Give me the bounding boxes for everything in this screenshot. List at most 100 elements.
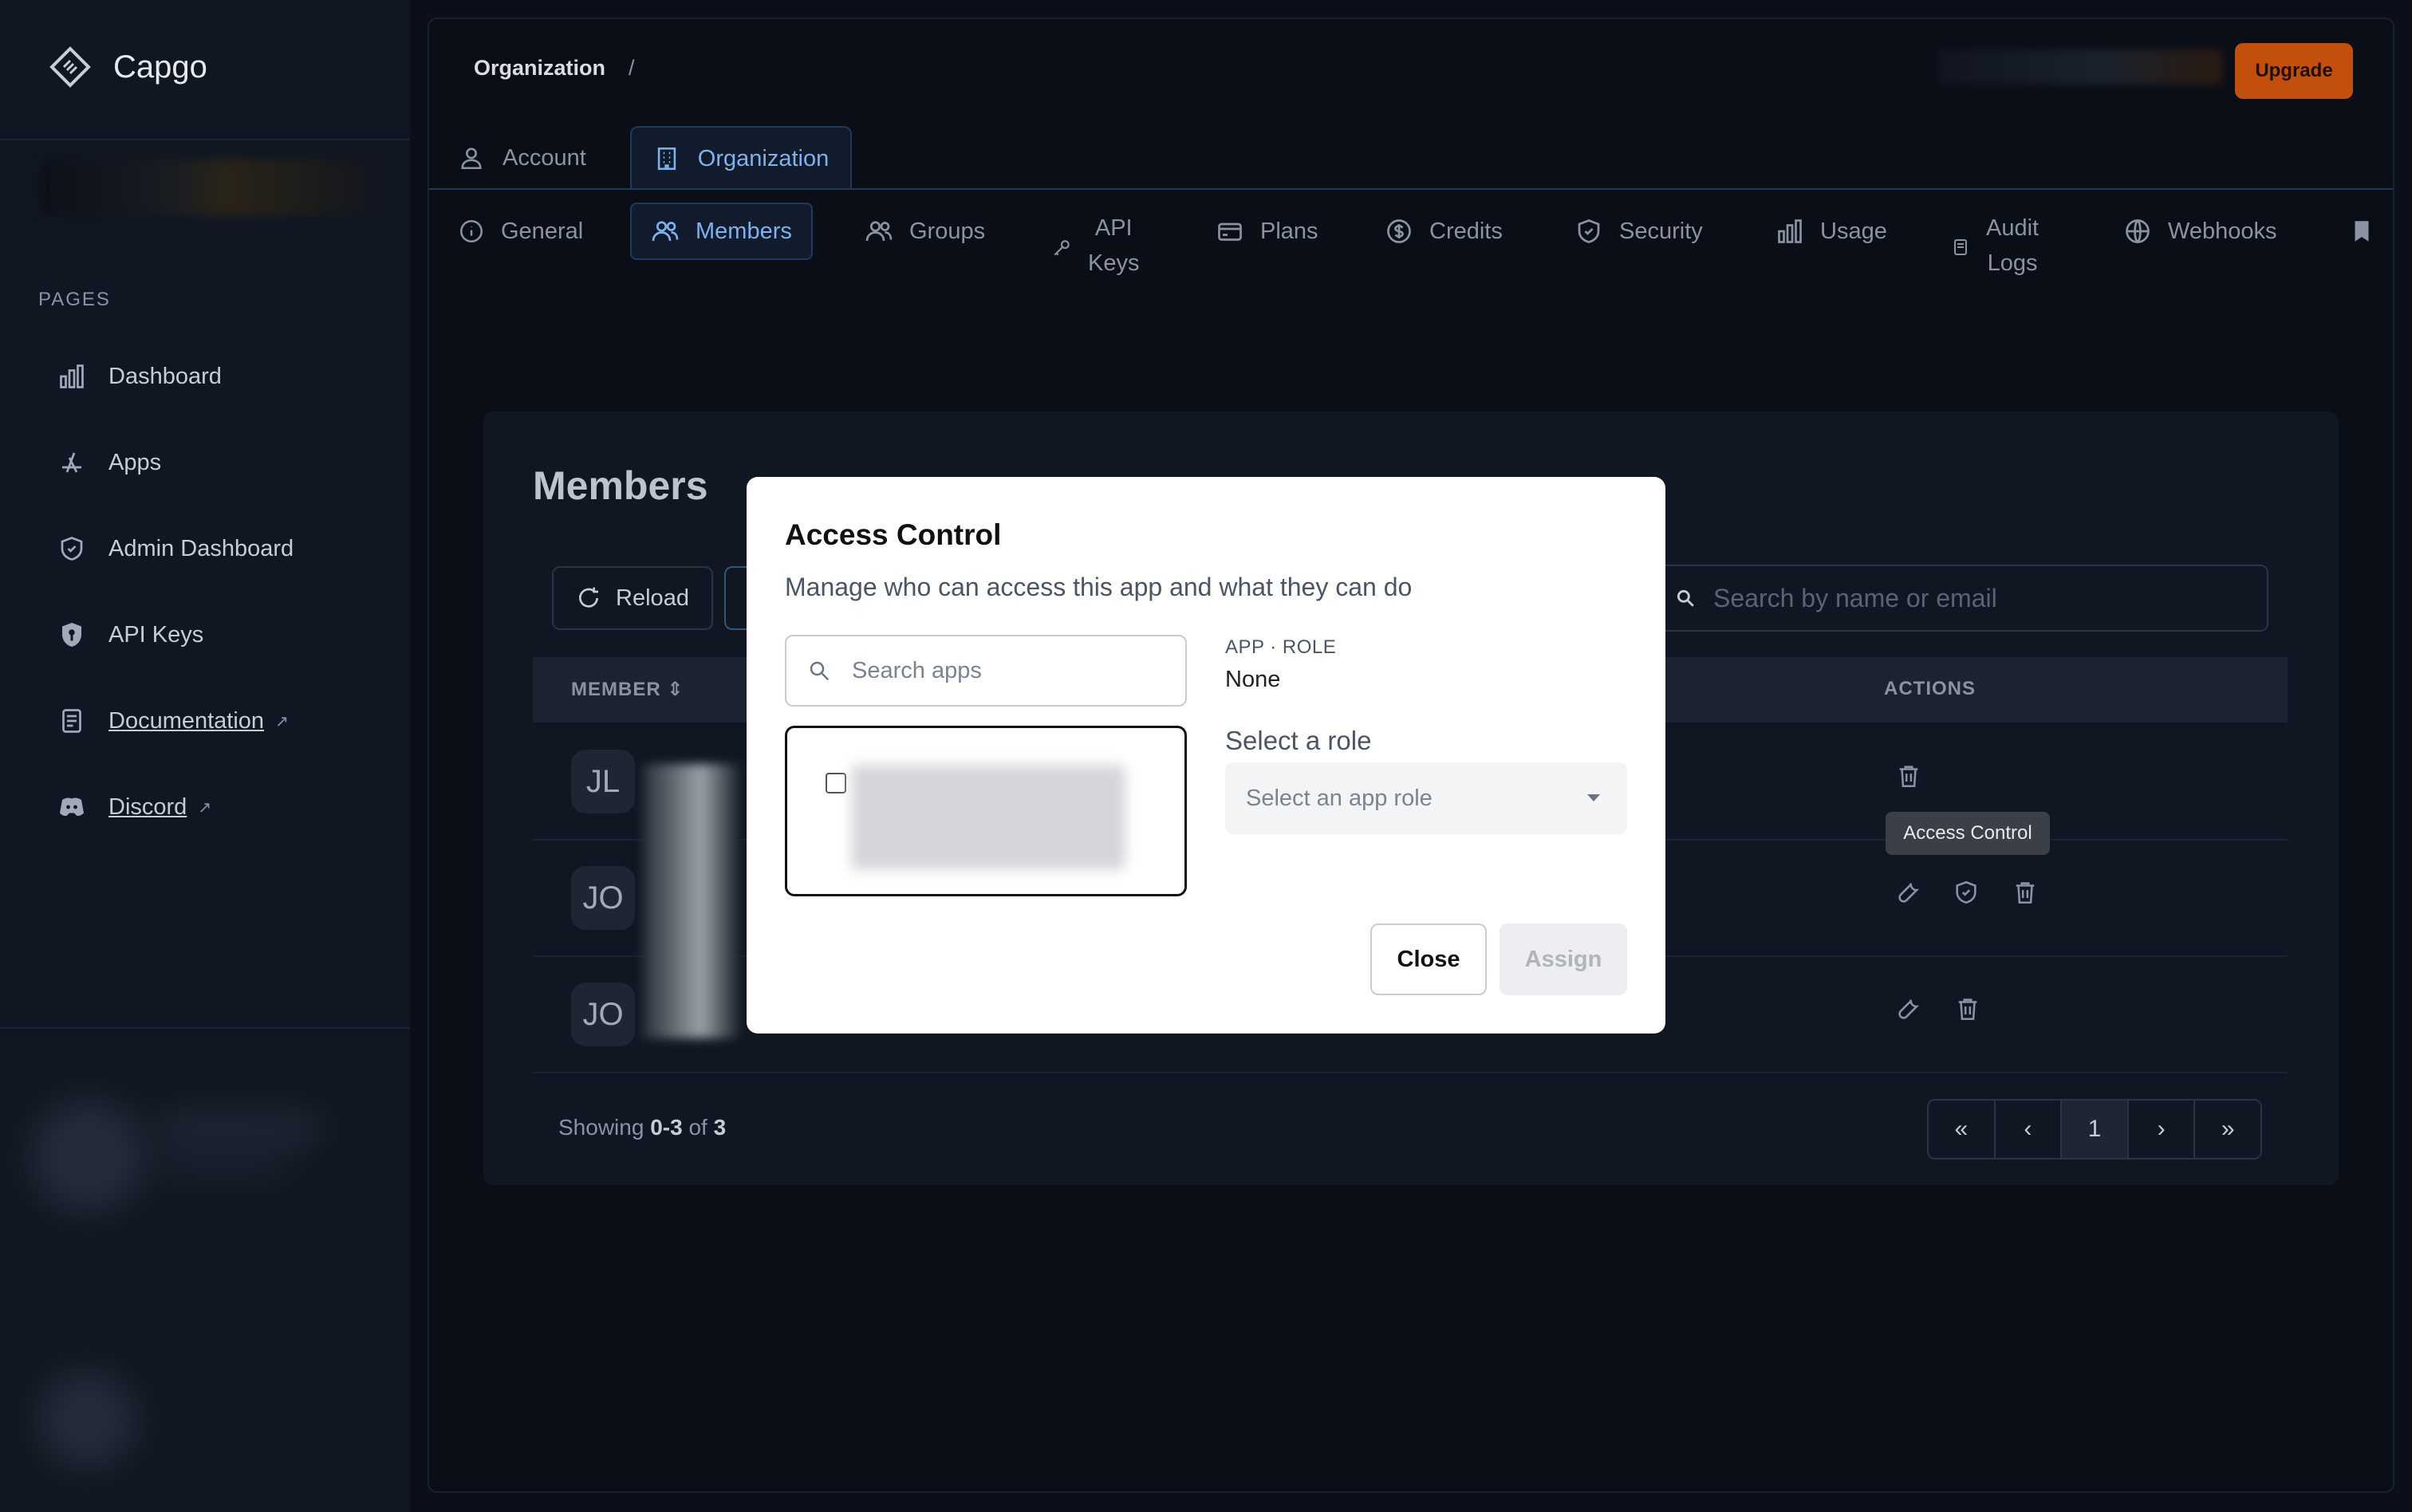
column-member[interactable]: MEMBER ⇕ bbox=[571, 678, 684, 701]
close-button[interactable]: Close bbox=[1370, 923, 1487, 995]
next-page-button[interactable]: › bbox=[2129, 1101, 2196, 1158]
info-icon bbox=[459, 219, 483, 243]
credit-card-icon bbox=[1218, 222, 1242, 241]
subtab-plans[interactable]: Plans bbox=[1216, 203, 1318, 260]
key-shield-icon bbox=[62, 623, 81, 647]
column-actions: ACTIONS bbox=[1884, 678, 1976, 699]
showing-range: 0-3 bbox=[650, 1115, 683, 1140]
subtab-usage[interactable]: Usage bbox=[1776, 203, 1887, 260]
subtab-audit-logs[interactable]: Audit Logs bbox=[1951, 211, 2040, 276]
logo[interactable]: Capgo bbox=[49, 46, 207, 88]
tab-label: Account bbox=[503, 144, 586, 171]
page-button[interactable]: 1 bbox=[2062, 1101, 2129, 1158]
shield-icon bbox=[1578, 219, 1600, 243]
subtab-general[interactable]: General bbox=[458, 203, 583, 260]
building-icon bbox=[657, 147, 676, 171]
page-title: Members bbox=[533, 463, 708, 508]
sidebar-item-label: Admin Dashboard bbox=[108, 535, 294, 561]
subtab-label: Audit bbox=[1986, 215, 2040, 241]
showing-of: of bbox=[688, 1115, 707, 1140]
app-checkbox[interactable] bbox=[826, 773, 846, 793]
subtab-groups[interactable]: Groups bbox=[865, 203, 985, 260]
shield-check-icon[interactable] bbox=[1953, 879, 1980, 906]
trash-icon[interactable] bbox=[2012, 879, 2039, 906]
showing-prefix: Showing bbox=[558, 1115, 644, 1140]
wrench-icon[interactable] bbox=[1895, 879, 1922, 906]
search-icon bbox=[810, 661, 830, 681]
member-names bbox=[643, 764, 740, 1038]
subtab-label: Webhooks bbox=[2168, 218, 2277, 244]
subtab-label: Credits bbox=[1429, 218, 1503, 244]
column-label: MEMBER bbox=[571, 679, 661, 700]
user-menu[interactable] bbox=[24, 1085, 375, 1483]
document-icon bbox=[62, 709, 81, 733]
tab-account[interactable]: Account bbox=[458, 126, 586, 190]
avatar: JL bbox=[571, 750, 635, 813]
subtab-label: Logs bbox=[1987, 250, 2038, 276]
org-switcher[interactable] bbox=[40, 159, 378, 215]
user-icon bbox=[461, 148, 482, 170]
bar-chart-icon bbox=[1778, 219, 1802, 243]
caret-down-icon bbox=[1587, 794, 1600, 801]
upgrade-button[interactable]: Upgrade bbox=[2235, 43, 2353, 99]
access-control-dialog: Access Control Manage who can access thi… bbox=[747, 477, 1665, 1034]
document-icon bbox=[1954, 239, 1967, 255]
role-select[interactable]: Select an app role bbox=[1225, 762, 1627, 834]
sidebar-item-label: Dashboard bbox=[108, 363, 222, 389]
tab-label: Organization bbox=[697, 145, 830, 171]
avatar: JO bbox=[571, 982, 635, 1046]
first-page-button[interactable]: « bbox=[1929, 1101, 1996, 1158]
pagination-summary: Showing 0-3 of 3 bbox=[558, 1115, 726, 1140]
sidebar-item-label: Apps bbox=[108, 449, 162, 475]
chevron-left-icon: ‹ bbox=[2024, 1116, 2032, 1142]
subtab-label: Members bbox=[696, 218, 792, 244]
sidebar-item-admin-dashboard[interactable]: Admin Dashboard bbox=[57, 534, 294, 563]
reload-label: Reload bbox=[616, 585, 689, 611]
bookmark-icon bbox=[2355, 221, 2369, 242]
trash-icon[interactable] bbox=[1954, 995, 1981, 1022]
breadcrumb[interactable]: Organization bbox=[474, 56, 605, 81]
app-role-label: APP · ROLE bbox=[1225, 636, 1337, 658]
sidebar-item-apps[interactable]: Apps bbox=[57, 448, 161, 477]
sidebar-item-dashboard[interactable]: Dashboard bbox=[57, 362, 222, 391]
wrench-icon[interactable] bbox=[1895, 995, 1922, 1022]
row-divider bbox=[533, 1072, 2288, 1073]
refresh-icon bbox=[579, 587, 599, 608]
sidebar-item-label: Discord bbox=[108, 793, 187, 820]
chevron-right-icon: › bbox=[2157, 1116, 2166, 1142]
members-search-input[interactable]: Search by name or email bbox=[1651, 565, 2268, 632]
subtab-credits[interactable]: Credits bbox=[1385, 203, 1503, 260]
assign-button[interactable]: Assign bbox=[1500, 923, 1627, 995]
pagination: « ‹ 1 › » bbox=[1927, 1099, 2262, 1160]
subtab-label: API bbox=[1094, 215, 1133, 241]
sidebar-item-discord[interactable]: Discord ↗ bbox=[57, 793, 211, 821]
sidebar-item-documentation[interactable]: Documentation ↗ bbox=[57, 707, 289, 735]
divider bbox=[0, 139, 410, 140]
chevrons-right-icon: » bbox=[2221, 1116, 2235, 1142]
bar-chart-icon bbox=[60, 364, 84, 388]
dialog-subtitle: Manage who can access this app and what … bbox=[785, 573, 1413, 601]
subtab-more[interactable] bbox=[2348, 203, 2375, 260]
users-icon bbox=[865, 221, 893, 242]
last-page-button[interactable]: » bbox=[2195, 1101, 2260, 1158]
subtab-members[interactable]: Members bbox=[630, 203, 813, 260]
sidebar: Capgo PAGES Dashboard Apps Admin Dashboa… bbox=[0, 0, 410, 1512]
tab-organization[interactable]: Organization bbox=[630, 126, 852, 190]
subtab-api-keys[interactable]: API Keys bbox=[1051, 211, 1139, 276]
reload-button[interactable]: Reload bbox=[552, 566, 713, 630]
sidebar-item-api-keys[interactable]: API Keys bbox=[57, 620, 203, 649]
app-item[interactable] bbox=[851, 765, 1125, 870]
subtab-security[interactable]: Security bbox=[1574, 203, 1703, 260]
avatar: JO bbox=[571, 866, 635, 930]
tab-underline bbox=[429, 188, 2393, 190]
chevrons-left-icon: « bbox=[1954, 1116, 1969, 1142]
search-apps-input[interactable]: Search apps bbox=[785, 635, 1187, 707]
app-list bbox=[785, 726, 1187, 896]
select-placeholder: Select an app role bbox=[1246, 785, 1433, 811]
showing-total: 3 bbox=[713, 1115, 727, 1140]
trash-icon[interactable] bbox=[1895, 762, 1922, 789]
prev-page-button[interactable]: ‹ bbox=[1996, 1101, 2063, 1158]
sort-icon: ⇕ bbox=[667, 679, 684, 700]
subtab-label: Groups bbox=[909, 218, 986, 244]
subtab-webhooks[interactable]: Webhooks bbox=[2123, 203, 2277, 260]
